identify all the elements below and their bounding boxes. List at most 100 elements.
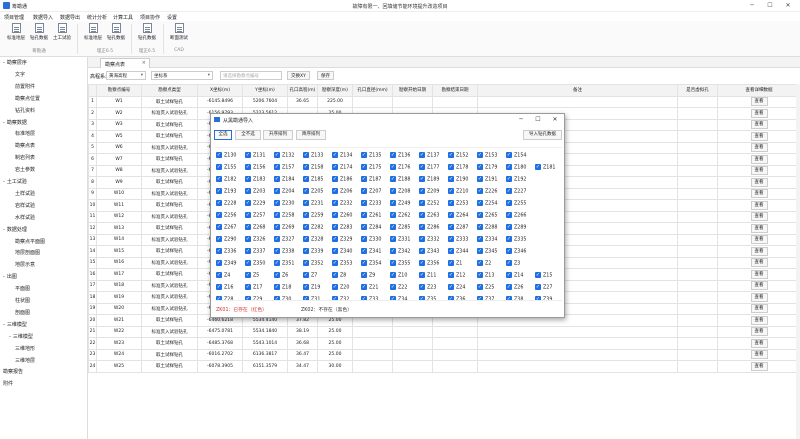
borehole-checkbox[interactable]: ✓ Z342 [390, 248, 410, 256]
borehole-checkbox[interactable]: ✓ Z153 [477, 152, 497, 160]
tree-item[interactable]: 土样试验 [15, 190, 35, 197]
table-cell[interactable]: 16 [88, 268, 97, 281]
borehole-checkbox[interactable]: ✓ Z353 [332, 260, 352, 268]
column-header[interactable]: 勘察点编号 [96, 84, 142, 97]
borehole-checkbox[interactable]: ✓ Z226 [477, 188, 497, 196]
view-cell[interactable]: 查看 [717, 314, 800, 327]
borehole-checkbox[interactable]: ✓ Z33 [361, 296, 378, 300]
borehole-checkbox[interactable]: ✓ Z262 [390, 212, 410, 220]
tree-item[interactable]: - 土工试验 [3, 178, 27, 185]
borehole-checkbox[interactable]: ✓ Z284 [361, 224, 381, 232]
table-cell[interactable]: W15 [96, 245, 142, 258]
table-cell[interactable]: W23 [96, 337, 142, 350]
borehole-checkbox[interactable]: ✓ Z12 [448, 272, 465, 280]
view-cell[interactable]: 查看 [717, 118, 800, 131]
expand-toggle-icon[interactable]: - [3, 60, 5, 66]
borehole-checkbox[interactable]: ✓ Z16 [216, 284, 233, 292]
borehole-checkbox[interactable]: ✓ Z134 [332, 152, 352, 160]
import-borehole-data-button[interactable]: 导入钻孔数据 [523, 130, 562, 140]
menu-project[interactable]: 项目管理 [4, 14, 24, 21]
borehole-checkbox[interactable]: ✓ Z356 [419, 260, 439, 268]
table-cell[interactable]: W5 [96, 130, 142, 143]
view-cell[interactable]: 查看 [717, 199, 800, 212]
borehole-checkbox[interactable]: ✓ Z137 [419, 152, 439, 160]
borehole-checkbox[interactable]: ✓ Z192 [506, 176, 526, 184]
table-cell[interactable]: 标准贯入试验钻孔 [141, 187, 198, 200]
table-cell[interactable]: 11 [88, 210, 97, 223]
table-cell[interactable] [392, 95, 433, 108]
table-row[interactable]: 23 W24 取土试样钻孔 -6016.2702 6136.3817 36.47 25.00… [88, 348, 800, 361]
sort-descending-button[interactable]: 降序排列 [296, 130, 326, 140]
select-all-button[interactable]: 全选 [214, 130, 232, 140]
borehole-checkbox[interactable]: ✓ Z7 [303, 272, 317, 280]
view-cell[interactable]: 查看 [717, 348, 800, 361]
borehole-checkbox[interactable]: ✓ Z255 [506, 200, 526, 208]
view-detail-button[interactable]: 查看 [750, 281, 768, 291]
view-cell[interactable]: 查看 [717, 256, 800, 269]
column-header[interactable]: 勘察开始日期 [392, 84, 433, 97]
expand-toggle-icon[interactable]: - [9, 334, 11, 340]
borehole-checkbox[interactable]: ✓ Z337 [245, 248, 265, 256]
table-cell[interactable]: 标准贯入试验钻孔 [141, 279, 198, 292]
borehole-checkbox[interactable]: ✓ Z264 [448, 212, 468, 220]
view-detail-button[interactable]: 查看 [750, 212, 768, 222]
ribbon-section-test-button[interactable]: 断面测试 [168, 23, 190, 41]
view-cell[interactable]: 查看 [717, 279, 800, 292]
borehole-checkbox[interactable]: ✓ Z227 [506, 188, 526, 196]
tree-item[interactable]: 三维地形 [15, 345, 35, 352]
view-detail-button[interactable]: 查看 [750, 143, 768, 153]
borehole-checkbox[interactable]: ✓ Z28 [216, 296, 233, 300]
table-cell[interactable]: 5543.1014 [242, 337, 288, 350]
table-cell[interactable]: 取土试样钻孔 [141, 245, 198, 258]
table-cell[interactable]: 取土试样钻孔 [141, 268, 198, 281]
dialog-minimize-button[interactable]: ─ [514, 115, 528, 124]
borehole-checkbox[interactable]: ✓ Z20 [332, 284, 349, 292]
table-cell[interactable]: 8 [88, 176, 97, 189]
tree-item[interactable]: 剖面图 [15, 309, 30, 316]
borehole-checkbox[interactable]: ✓ Z333 [448, 236, 468, 244]
table-cell[interactable]: 36.47 [287, 348, 318, 361]
borehole-checkbox[interactable]: ✓ Z283 [332, 224, 352, 232]
borehole-checkbox[interactable]: ✓ Z349 [216, 260, 236, 268]
dialog-close-button[interactable]: ✕ [548, 115, 562, 124]
borehole-checkbox[interactable]: ✓ Z34 [390, 296, 407, 300]
table-cell[interactable]: 1 [88, 95, 97, 108]
table-cell[interactable]: 标准贯入试验钻孔 [141, 107, 198, 120]
table-cell[interactable]: 标准贯入试验钻孔 [141, 164, 198, 177]
table-cell[interactable]: W6 [96, 141, 142, 154]
borehole-checkbox[interactable]: ✓ Z189 [419, 176, 439, 184]
table-cell[interactable]: W9 [96, 176, 142, 189]
borehole-checkbox[interactable]: ✓ Z38 [506, 296, 523, 300]
borehole-checkbox[interactable]: ✓ Z252 [419, 200, 439, 208]
column-header[interactable]: 查看详细数据 [717, 84, 800, 97]
borehole-checkbox[interactable]: ✓ Z133 [303, 152, 323, 160]
table-cell[interactable]: 取土试样钻孔 [141, 199, 198, 212]
table-cell[interactable] [677, 141, 718, 154]
borehole-checkbox[interactable]: ✓ Z24 [448, 284, 465, 292]
borehole-checkbox[interactable]: ✓ Z19 [303, 284, 320, 292]
borehole-checkbox[interactable]: ✓ Z11 [419, 272, 436, 280]
borehole-checkbox[interactable]: ✓ Z6 [274, 272, 288, 280]
table-cell[interactable]: 取土试样钻孔 [141, 95, 198, 108]
ribbon-soil-test-button[interactable]: 土工试验 [51, 23, 73, 41]
table-cell[interactable]: 5 [88, 141, 97, 154]
borehole-checkbox[interactable]: ✓ Z267 [216, 224, 236, 232]
view-cell[interactable]: 查看 [717, 141, 800, 154]
borehole-checkbox[interactable]: ✓ Z177 [419, 164, 439, 172]
borehole-checkbox[interactable]: ✓ Z10 [390, 272, 407, 280]
table-cell[interactable]: -6078.3905 [197, 360, 243, 373]
table-cell[interactable]: 17 [88, 279, 97, 292]
maximize-button[interactable]: ☐ [762, 1, 778, 10]
table-cell[interactable]: -6016.2702 [197, 348, 243, 361]
table-cell[interactable]: 30.00 [317, 360, 353, 373]
borehole-checkbox[interactable]: ✓ Z39 [535, 296, 552, 300]
table-cell[interactable]: 标准贯入试验钻孔 [141, 256, 198, 269]
view-detail-button[interactable]: 查看 [750, 327, 768, 337]
tree-item[interactable]: 岩土参数 [15, 166, 35, 173]
borehole-checkbox[interactable]: ✓ Z23 [419, 284, 436, 292]
table-cell[interactable] [392, 325, 433, 338]
borehole-checkbox[interactable]: ✓ Z3 [506, 260, 520, 268]
borehole-checkbox[interactable]: ✓ Z185 [303, 176, 323, 184]
view-detail-button[interactable]: 查看 [750, 258, 768, 268]
borehole-checkbox[interactable]: ✓ Z350 [245, 260, 265, 268]
